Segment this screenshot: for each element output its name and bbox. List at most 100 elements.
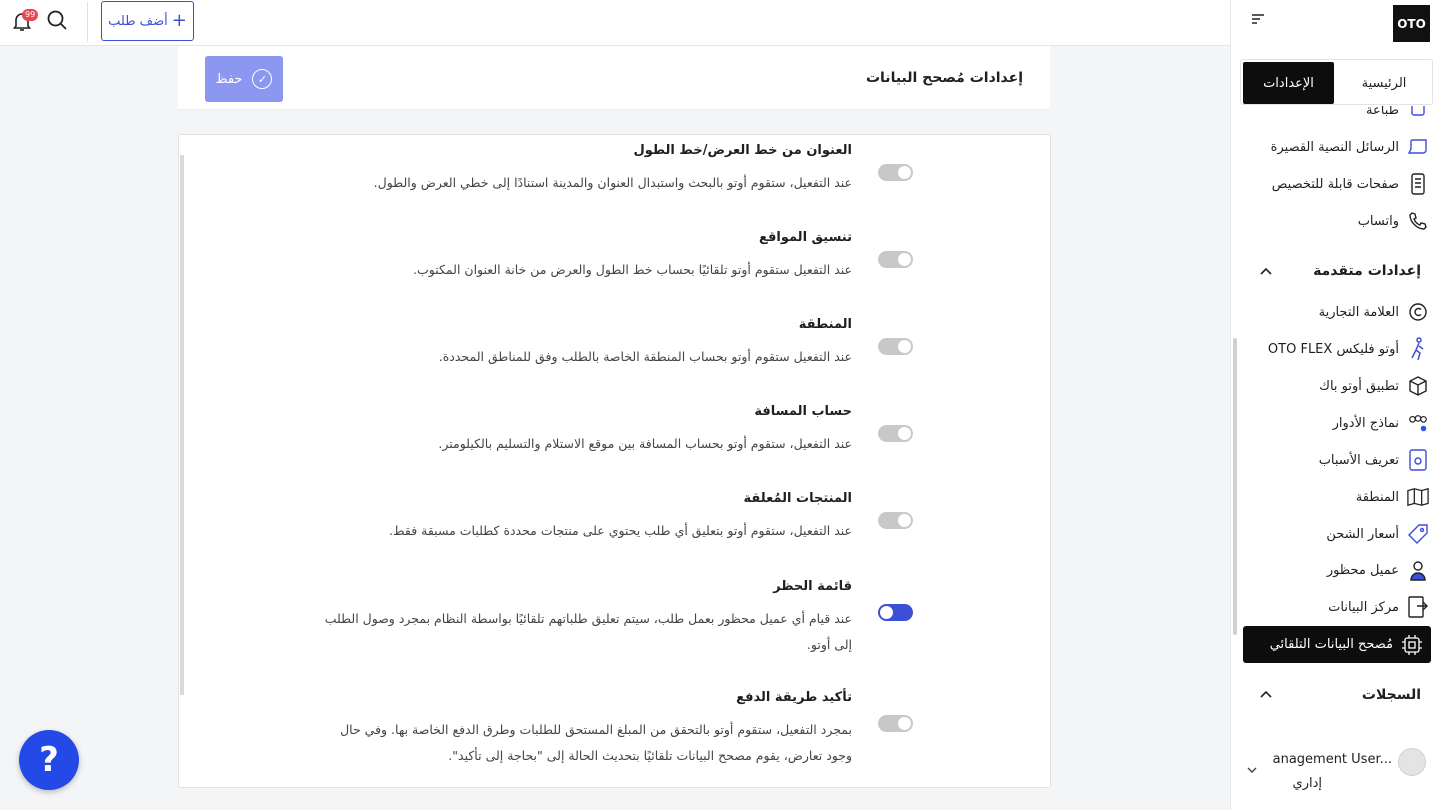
phone-icon — [1407, 210, 1429, 232]
sidebar-item-blocked-customer[interactable]: عميل محظور — [1327, 555, 1429, 585]
sidebar-item-reasons[interactable]: تعريف الأسباب — [1319, 445, 1429, 475]
settings-card: العنوان من خط العرض/خط الطول عند التفعيل… — [178, 134, 1051, 788]
sidebar-item-label: تعريف الأسباب — [1318, 452, 1399, 468]
setting-toggle[interactable] — [878, 425, 913, 442]
setting-title: المنطقة — [798, 317, 852, 332]
sidebar-item-pages[interactable]: صفحات قابلة للتخصيص — [1272, 169, 1429, 199]
sidebar-item-label: الرسائل النصية القصيرة — [1270, 139, 1399, 155]
sidebar-item-print[interactable]: طباعة — [1366, 106, 1429, 118]
message-icon — [1407, 136, 1429, 158]
sidebar-item-label: مُصحح البيانات التلقائي — [1269, 637, 1393, 652]
sidebar-item-data-center[interactable]: مركز البيانات — [1328, 592, 1429, 622]
sidebar-item-label: صفحات قابلة للتخصيص — [1271, 176, 1399, 192]
copyright-icon — [1407, 301, 1429, 323]
help-button[interactable]: ? — [19, 730, 79, 790]
sidebar-item-label: عميل محظور — [1326, 562, 1399, 578]
sidebar-item-label: أوتو فليكس OTO FLEX — [1267, 341, 1399, 357]
user-role: إداري — [1292, 776, 1322, 791]
toggle-knob — [898, 717, 911, 730]
sidebar-item-roles[interactable]: نماذج الأدوار — [1333, 408, 1429, 438]
sidebar-item-auto-data-corrector[interactable]: مُصحح البيانات التلقائي — [1243, 626, 1431, 663]
sidebar-item-shipping-rates[interactable]: أسعار الشحن — [1326, 519, 1429, 549]
page-title: إعدادات مُصحح البيانات — [865, 70, 1023, 86]
gear-doc-icon — [1407, 449, 1429, 471]
toggle-knob — [898, 340, 911, 353]
printer-icon — [1407, 106, 1429, 118]
box-icon — [1407, 375, 1429, 397]
sidebar-item-whatsapp[interactable]: واتساب — [1358, 206, 1429, 236]
chip-icon — [1401, 634, 1423, 656]
sidebar-item-label: المنطقة — [1355, 489, 1399, 505]
sidebar-item-zone[interactable]: المنطقة — [1356, 482, 1429, 512]
courier-icon — [1407, 337, 1429, 361]
logs-heading[interactable]: السجلات — [1362, 687, 1421, 703]
page-header: إعدادات مُصحح البيانات حفظ ✓ — [178, 46, 1050, 110]
setting-description: عند التفعيل ستقوم أوتو بحساب المنطقة الخ… — [438, 349, 852, 364]
setting-description: عند التفعيل ستقوم أوتو تلقائيًا بحساب خط… — [413, 262, 852, 277]
save-label: حفظ — [215, 71, 243, 87]
setting-description: عند قيام أي عميل محظور بعمل طلب، سيتم تع… — [324, 611, 852, 652]
menu-toggle-icon[interactable] — [1250, 12, 1266, 28]
top-bar: 99 أضف طلب + — [0, 0, 1230, 46]
sidebar: OTO الإعدادات الرئيسية طباعة الرسائل الن… — [1230, 0, 1439, 810]
save-button[interactable]: حفظ ✓ — [205, 56, 283, 102]
setting-title: حساب المسافة — [754, 404, 852, 419]
setting-title: العنوان من خط العرض/خط الطول — [633, 143, 852, 158]
tab-home[interactable]: الرئيسية — [1337, 62, 1431, 104]
chevron-up-icon[interactable] — [1259, 687, 1273, 701]
map-icon — [1407, 486, 1429, 508]
sidebar-item-label: مركز البيانات — [1328, 599, 1399, 615]
setting-toggle[interactable] — [878, 251, 913, 268]
card-scrollbar[interactable] — [180, 155, 184, 695]
sidebar-item-sms[interactable]: الرسائل النصية القصيرة — [1271, 132, 1429, 162]
sidebar-item-label: طباعة — [1366, 106, 1399, 118]
setting-toggle[interactable] — [878, 512, 913, 529]
tag-icon — [1407, 523, 1429, 545]
setting-toggle[interactable] — [878, 164, 913, 181]
advanced-settings-heading[interactable]: إعدادات متقدمة — [1313, 263, 1421, 279]
blocked-user-icon — [1407, 559, 1429, 581]
setting-description: عند التفعيل، ستقوم أوتو بتعليق أي طلب يح… — [389, 523, 852, 538]
logo[interactable]: OTO — [1393, 5, 1430, 42]
toggle-knob — [898, 514, 911, 527]
check-circle-icon: ✓ — [252, 69, 273, 89]
sidebar-item-label: أسعار الشحن — [1326, 526, 1399, 542]
setting-toggle[interactable] — [878, 715, 913, 732]
notification-badge: 99 — [22, 9, 39, 21]
setting-toggle[interactable] — [878, 604, 913, 621]
add-order-button[interactable]: أضف طلب + — [101, 1, 194, 41]
tab-settings[interactable]: الإعدادات — [1243, 62, 1334, 104]
sidebar-item-label: تطبيق أوتو باك — [1319, 378, 1399, 394]
sidebar-item-label: العلامة التجارية — [1318, 304, 1399, 320]
sidebar-tabs: الإعدادات الرئيسية — [1240, 59, 1433, 105]
sidebar-item-label: نماذج الأدوار — [1332, 415, 1399, 431]
toggle-knob — [898, 166, 911, 179]
user-name: anagement User... — [1272, 752, 1392, 767]
setting-description: بمجرد التفعيل، ستقوم أوتو بالتحقق من الم… — [340, 722, 852, 763]
phone-page-icon — [1407, 173, 1429, 195]
setting-title: قائمة الحظر — [773, 579, 852, 594]
sidebar-item-label: واتساب — [1357, 213, 1399, 229]
avatar — [1398, 748, 1426, 776]
setting-description: عند التفعيل، ستقوم أوتو بحساب المسافة بي… — [438, 436, 852, 451]
toggle-knob — [898, 427, 911, 440]
setting-title: المنتجات المُعلقة — [743, 491, 852, 506]
user-menu[interactable]: anagement User... إداري — [1231, 744, 1439, 804]
setting-description: عند التفعيل، ستقوم أوتو بالبحث واستبدال … — [373, 175, 852, 190]
chevron-up-icon[interactable] — [1259, 264, 1273, 278]
sidebar-item-oto-flex[interactable]: أوتو فليكس OTO FLEX — [1268, 334, 1429, 364]
sidebar-scrollbar[interactable] — [1233, 338, 1237, 635]
chevron-down-icon[interactable] — [1246, 764, 1258, 776]
search-icon[interactable] — [45, 8, 69, 32]
users-icon — [1407, 412, 1429, 434]
data-doc-icon — [1407, 596, 1429, 618]
add-order-label: أضف طلب — [108, 13, 168, 29]
sidebar-item-oto-pack[interactable]: تطبيق أوتو باك — [1319, 371, 1429, 401]
setting-toggle[interactable] — [878, 338, 913, 355]
toggle-knob — [898, 253, 911, 266]
setting-title: تأكيد طريقة الدفع — [736, 690, 852, 705]
toggle-knob — [880, 606, 893, 619]
topbar-divider — [87, 2, 88, 42]
plus-icon: + — [171, 10, 187, 31]
sidebar-item-brand[interactable]: العلامة التجارية — [1319, 297, 1429, 327]
